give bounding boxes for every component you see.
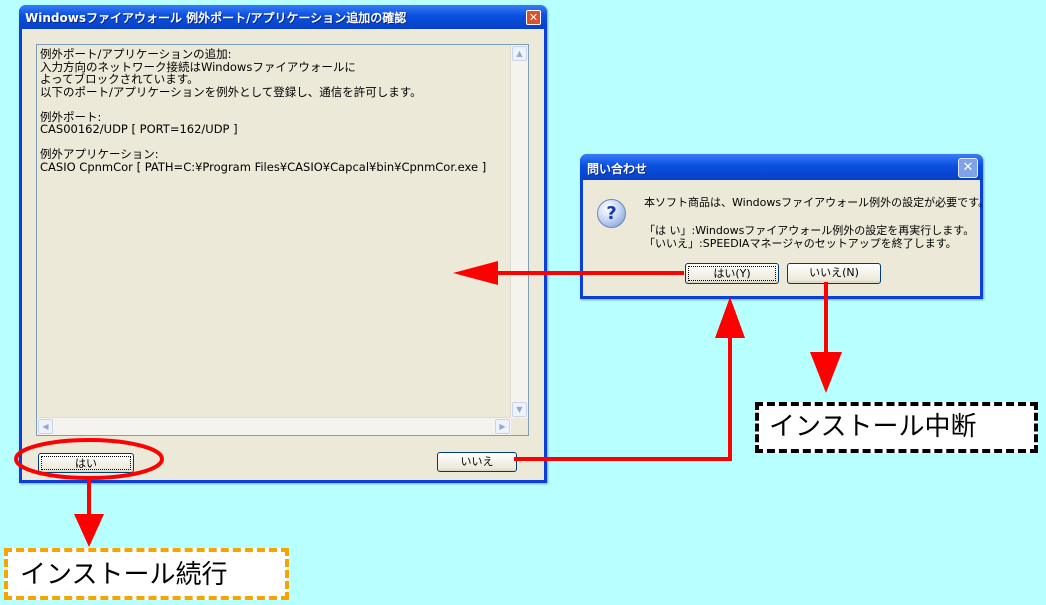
annotation-overlay <box>14 261 842 547</box>
yes-button-highlight <box>14 438 164 480</box>
continue-install-label: インストール続行 <box>4 548 289 600</box>
abort-install-label: インストール中断 <box>755 402 1038 453</box>
retry-arrowhead <box>453 261 498 285</box>
no-to-inquiry-arrow-shaft <box>514 335 732 461</box>
continue-arrowhead <box>74 514 104 547</box>
no-to-inquiry-arrowhead <box>715 297 745 338</box>
abort-arrowhead <box>810 352 842 393</box>
